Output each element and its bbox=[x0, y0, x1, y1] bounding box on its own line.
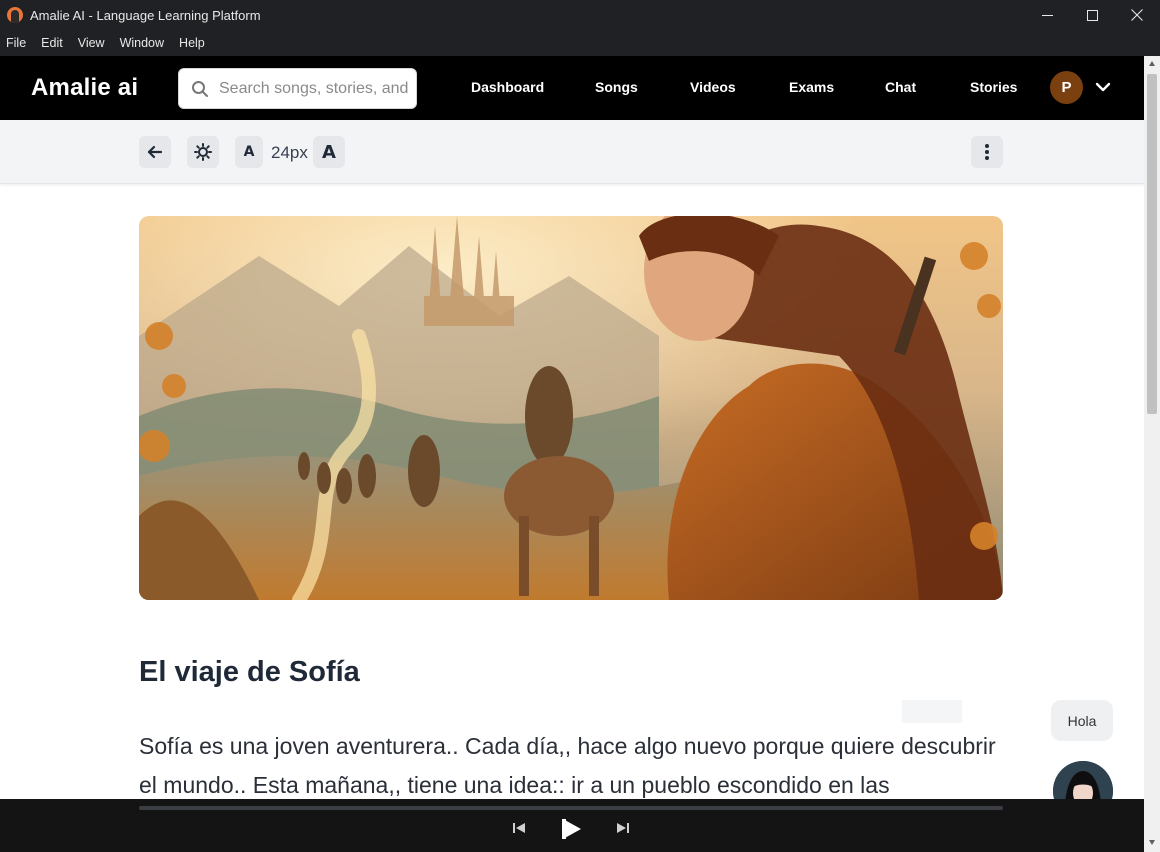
audio-progress-bar[interactable] bbox=[139, 806, 1003, 810]
nav-chat[interactable]: Chat bbox=[885, 79, 916, 95]
user-avatar[interactable]: P bbox=[1050, 71, 1083, 104]
text-selection-highlight bbox=[902, 700, 962, 723]
menu-edit[interactable]: Edit bbox=[41, 36, 63, 50]
search-input[interactable] bbox=[219, 77, 411, 101]
nav-songs[interactable]: Songs bbox=[595, 79, 638, 95]
window-titlebar: Amalie AI - Language Learning Platform bbox=[0, 0, 1160, 30]
audio-player bbox=[0, 799, 1144, 852]
nav-dashboard[interactable]: Dashboard bbox=[471, 79, 544, 95]
nav-videos[interactable]: Videos bbox=[690, 79, 736, 95]
search-box[interactable] bbox=[178, 68, 417, 109]
play-icon bbox=[562, 819, 581, 839]
menu-help[interactable]: Help bbox=[179, 36, 205, 50]
more-vertical-icon bbox=[985, 144, 989, 160]
more-options-button[interactable] bbox=[971, 136, 1003, 168]
play-button[interactable] bbox=[558, 816, 584, 842]
menu-view[interactable]: View bbox=[78, 36, 105, 50]
scroll-up-icon[interactable] bbox=[1148, 60, 1156, 68]
close-icon[interactable] bbox=[1114, 0, 1160, 30]
window-title: Amalie AI - Language Learning Platform bbox=[30, 7, 261, 23]
menu-bar: File Edit View Window Help bbox=[0, 30, 1160, 56]
increase-font-button[interactable]: A bbox=[313, 136, 345, 168]
skip-forward-button[interactable] bbox=[614, 819, 632, 837]
back-button[interactable] bbox=[139, 136, 171, 168]
vertical-scrollbar[interactable] bbox=[1144, 56, 1160, 852]
story-title: El viaje de Sofía bbox=[139, 656, 360, 688]
story-cover-image bbox=[139, 216, 1003, 600]
app-logo-icon bbox=[7, 7, 23, 23]
chevron-down-icon[interactable] bbox=[1094, 78, 1112, 96]
nav-exams[interactable]: Exams bbox=[789, 79, 834, 95]
font-size-value: 24px bbox=[271, 143, 308, 162]
chat-greeting-bubble[interactable]: Hola bbox=[1051, 700, 1113, 741]
scroll-down-icon[interactable] bbox=[1148, 838, 1156, 846]
sun-icon bbox=[194, 143, 212, 161]
brand-logo[interactable]: Amalie ai bbox=[31, 74, 138, 102]
app-header: Amalie ai Dashboard Songs Videos Exams C… bbox=[0, 56, 1144, 120]
nav-stories[interactable]: Stories bbox=[970, 79, 1017, 95]
skip-back-icon bbox=[513, 823, 525, 833]
skip-forward-icon bbox=[617, 823, 629, 833]
theme-toggle-button[interactable] bbox=[187, 136, 219, 168]
menu-file[interactable]: File bbox=[6, 36, 26, 50]
skip-back-button[interactable] bbox=[510, 819, 528, 837]
scrollbar-thumb[interactable] bbox=[1147, 74, 1157, 414]
minimize-icon[interactable] bbox=[1024, 0, 1070, 30]
decrease-font-button[interactable]: A bbox=[235, 136, 263, 168]
menu-window[interactable]: Window bbox=[120, 36, 164, 50]
maximize-icon[interactable] bbox=[1069, 0, 1115, 30]
search-icon bbox=[192, 81, 208, 97]
reader-toolbar: A 24px A bbox=[0, 120, 1144, 184]
arrow-left-icon bbox=[147, 145, 163, 159]
